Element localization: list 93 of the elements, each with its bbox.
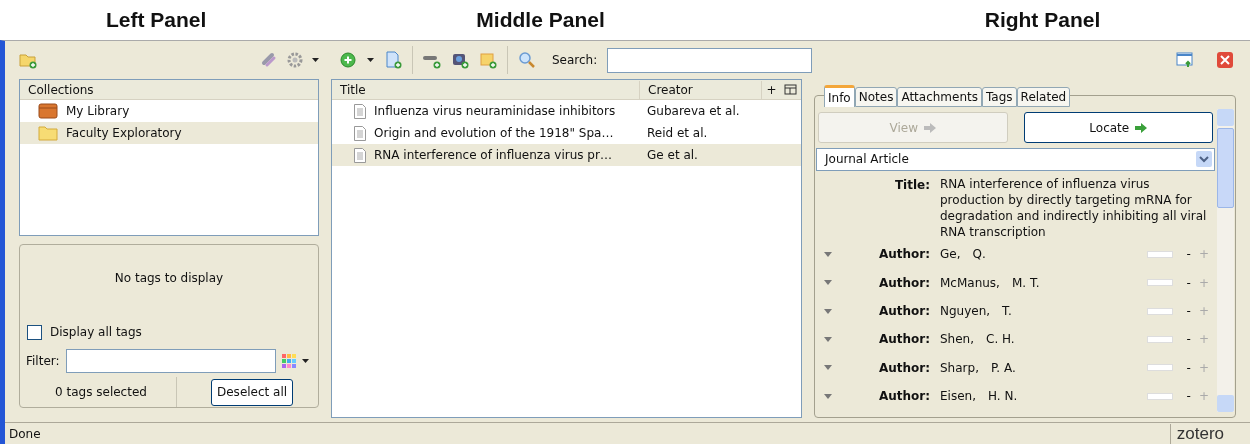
- filter-field[interactable]: [65, 349, 276, 373]
- arrow-icon: [1135, 122, 1148, 133]
- field-label: Author:: [877, 359, 931, 377]
- triangle-down-icon[interactable]: [824, 308, 832, 314]
- item-creator: Reid et al.: [646, 125, 709, 142]
- collection-item[interactable]: Faculty Exploratory: [20, 122, 318, 144]
- triangle-down-icon[interactable]: [824, 251, 832, 257]
- item-creator: Gubareva et al.: [646, 103, 741, 120]
- triangle-down-icon[interactable]: [824, 280, 832, 286]
- author-first-name: P. A.: [990, 359, 1017, 377]
- deselect-all-button[interactable]: Deselect all: [211, 378, 294, 406]
- note-icon[interactable]: [479, 51, 497, 69]
- add-column-button[interactable]: +: [761, 80, 781, 99]
- field-label: Title:: [893, 176, 931, 194]
- checkbox-label: Display all tags: [50, 324, 142, 341]
- zotero-logo: zotero: [1169, 423, 1230, 444]
- tab[interactable]: Notes: [854, 87, 898, 107]
- tab[interactable]: Tags: [982, 87, 1017, 107]
- locate-button[interactable]: Locate: [1023, 112, 1213, 143]
- author-last-name: McManus,: [940, 274, 1000, 292]
- author-first-name: T.: [1002, 303, 1013, 321]
- author-last-name: Eisen,: [940, 388, 976, 406]
- remove-author-button[interactable]: -: [1186, 245, 1191, 264]
- author-first-name: M. T.: [1011, 274, 1041, 292]
- search-field[interactable]: [607, 47, 812, 73]
- field-mode-button[interactable]: [1146, 307, 1173, 315]
- author-first-name: H. N.: [988, 388, 1019, 406]
- caret-icon[interactable]: [312, 58, 319, 62]
- empty-message: No tags to display: [113, 270, 225, 287]
- panel-heading: Right Panel: [984, 7, 1101, 34]
- author-first-name: Q.: [972, 246, 987, 264]
- document-icon: [354, 147, 366, 163]
- snapshot-icon[interactable]: [451, 51, 469, 69]
- field-mode-button[interactable]: [1146, 364, 1173, 372]
- item-type-dropdown[interactable]: Journal Article: [816, 148, 1215, 171]
- close-icon[interactable]: [1216, 51, 1234, 69]
- item-title: Influenza virus neuraminidase inhibitors: [374, 103, 616, 120]
- field-label: Author:: [877, 303, 931, 321]
- item-row[interactable]: RNA interference of influenza virus pr… Ge et al.: [332, 144, 801, 166]
- triangle-down-icon[interactable]: [824, 337, 832, 342]
- remove-author-button[interactable]: -: [1186, 387, 1191, 406]
- author-last-name: Sharp,: [940, 359, 979, 377]
- caret-icon[interactable]: [301, 359, 309, 363]
- search-label: Search:: [552, 52, 598, 69]
- column-header[interactable]: Collections: [20, 80, 318, 100]
- search-icon[interactable]: [518, 51, 536, 69]
- add-icon[interactable]: [339, 51, 357, 69]
- field-label: Author:: [877, 274, 931, 292]
- arrow-icon: [924, 122, 936, 133]
- new-document-icon[interactable]: [384, 51, 402, 69]
- remove-author-button[interactable]: -: [1186, 273, 1191, 292]
- field-mode-button[interactable]: [1146, 336, 1173, 343]
- item-title: RNA interference of influenza virus pr…: [374, 147, 612, 164]
- document-icon: [354, 103, 366, 119]
- column-header[interactable]: Title: [332, 80, 639, 99]
- author-first-name: C. H.: [986, 331, 1016, 349]
- remove-author-button[interactable]: -: [1186, 358, 1191, 377]
- remove-author-button[interactable]: -: [1186, 330, 1191, 349]
- new-collection-icon[interactable]: [19, 51, 37, 69]
- field-mode-button[interactable]: [1146, 250, 1173, 258]
- library-box-icon: [38, 103, 58, 119]
- triangle-down-icon[interactable]: [824, 365, 832, 371]
- author-last-name: Nguyen,: [940, 303, 991, 321]
- field-label: Author:: [877, 388, 931, 406]
- filter-label: Filter:: [26, 353, 60, 370]
- field-label: Author:: [877, 246, 931, 264]
- triangle-down-icon[interactable]: [824, 393, 832, 399]
- tab[interactable]: Info: [824, 85, 855, 107]
- color-grid-icon[interactable]: [281, 354, 296, 368]
- panel-heading: Middle Panel: [476, 7, 605, 34]
- chevron-down-icon: [1196, 151, 1212, 168]
- caret-icon[interactable]: [367, 58, 374, 62]
- author-last-name: Ge,: [940, 246, 961, 264]
- status-text: Done: [8, 425, 42, 443]
- item-title: Origin and evolution of the 1918" Spa…: [374, 125, 614, 142]
- field-mode-button[interactable]: [1146, 279, 1173, 287]
- panel-heading: Left Panel: [106, 7, 207, 34]
- tab[interactable]: Related: [1016, 87, 1071, 107]
- tag-count: 0 tags selected: [54, 384, 148, 401]
- field-mode-button[interactable]: [1146, 392, 1173, 400]
- folder-icon: [38, 125, 58, 141]
- window-icon[interactable]: [1176, 51, 1194, 69]
- title-value: RNA interference of influenza virus production by directly targeting mRNA for degradation and indirectly inhibiting all viral RNA transcription: [940, 175, 1208, 240]
- column-header[interactable]: Creator: [639, 80, 761, 99]
- author-last-name: Shen,: [940, 331, 975, 349]
- gear-icon[interactable]: [286, 51, 304, 69]
- scrollbar[interactable]: [1217, 109, 1234, 412]
- item-creator: Ge et al.: [646, 147, 699, 164]
- field-label: Author:: [877, 331, 931, 349]
- tab[interactable]: Attachments: [897, 87, 982, 107]
- checkbox[interactable]: [27, 324, 42, 340]
- document-icon: [354, 125, 366, 141]
- remove-author-button[interactable]: -: [1186, 302, 1191, 321]
